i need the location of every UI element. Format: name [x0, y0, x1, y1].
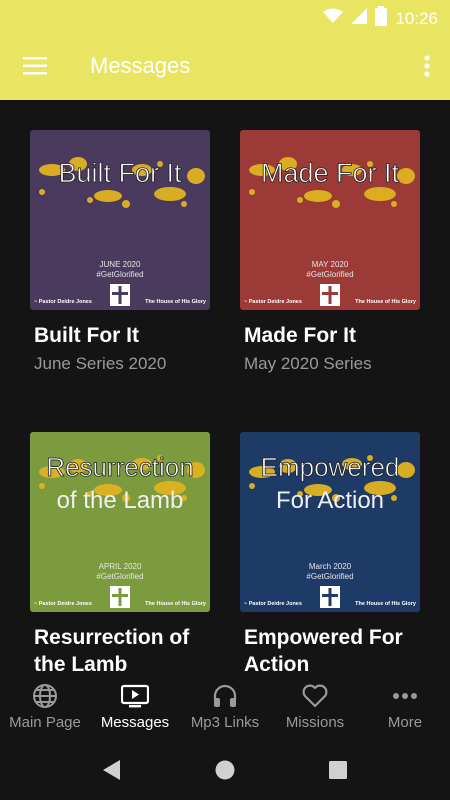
status-time: 10:26	[395, 8, 438, 28]
cover-hashtag: #GetGlorified	[96, 572, 143, 581]
more-vert-icon[interactable]	[416, 50, 438, 82]
cover-headline-line2: of the Lamb	[57, 487, 184, 514]
card-title: Built For It	[34, 324, 139, 347]
church-logo-icon	[110, 586, 130, 608]
cover-hashtag: #GetGlorified	[306, 270, 353, 279]
nav-label: Messages	[100, 714, 170, 731]
cover-church: The House of His Glory	[145, 299, 207, 305]
cover-headline: Built For It	[58, 158, 182, 188]
status-bar: 10:26	[0, 0, 450, 32]
headphones-icon	[180, 682, 270, 710]
tv-play-icon	[90, 682, 180, 710]
cover-hashtag: #GetGlorified	[306, 572, 353, 581]
battery-icon	[375, 6, 388, 31]
more-horiz-icon	[360, 682, 450, 710]
card-title: Empowered For Action	[244, 626, 403, 676]
cover-church: The House of His Glory	[355, 299, 417, 305]
cover-church: The House of His Glory	[355, 601, 417, 607]
cover-pastor: ~ Pastor Deidre Jones	[34, 601, 92, 607]
bottom-navigation: Main Page Messages Mp3 Links Missions Mo…	[0, 676, 450, 740]
home-icon[interactable]	[213, 758, 237, 782]
church-logo-icon	[110, 284, 130, 306]
card-subtitle: May 2020 Series	[244, 354, 372, 373]
page-title: Messages	[90, 53, 191, 78]
card-subtitle: June Series 2020	[34, 354, 167, 373]
nav-label: More	[387, 714, 423, 731]
nav-item-messages[interactable]: Messages	[90, 676, 180, 740]
globe-icon	[0, 682, 90, 710]
series-cover-image: Empowered For Action March 2020 #GetGlorifi…	[240, 432, 420, 612]
cover-headline-line2: For Action	[276, 487, 384, 514]
cover-headline: Made For It	[261, 158, 400, 188]
cover-pastor: ~ Pastor Deidre Jones	[244, 299, 302, 305]
signal-icon	[351, 8, 368, 29]
cover-date: JUNE 2020	[100, 260, 141, 269]
cover-pastor: ~ Pastor Deidre Jones	[34, 299, 92, 305]
nav-label: Missions	[285, 714, 345, 731]
heart-icon	[270, 682, 360, 710]
cover-pastor: ~ Pastor Deidre Jones	[244, 601, 302, 607]
nav-item-main-page[interactable]: Main Page	[0, 676, 90, 740]
cover-headline: Empowered	[261, 452, 400, 482]
hamburger-menu-icon[interactable]	[18, 52, 52, 80]
status-icons: 10:26	[323, 6, 438, 31]
nav-label: Main Page	[9, 714, 81, 731]
series-cover-image: Made For It MAY 2020 #GetGlorified ~ Pastor…	[240, 130, 420, 310]
cover-date: APRIL 2020	[99, 562, 142, 571]
cover-headline: Resurrection	[46, 452, 193, 482]
cover-hashtag: #GetGlorified	[96, 270, 143, 279]
messages-grid: Built For It JUNE 2020 #GetGlorified ~ Past…	[0, 100, 450, 676]
nav-item-missions[interactable]: Missions	[270, 676, 360, 740]
system-navigation-bar	[0, 740, 450, 800]
card-title: Made For It	[244, 324, 357, 347]
series-cover-image: Built For It JUNE 2020 #GetGlorified ~ Past…	[30, 130, 210, 310]
cover-date: MAY 2020	[312, 260, 349, 269]
app-bar: Messages	[0, 32, 450, 100]
wifi-icon	[323, 8, 344, 29]
church-logo-icon	[320, 284, 340, 306]
church-logo-icon	[320, 586, 340, 608]
card-title: Resurrection of the Lamb	[34, 626, 190, 676]
cover-date: March 2020	[309, 562, 352, 571]
back-icon[interactable]	[100, 758, 124, 782]
cover-church: The House of His Glory	[145, 601, 207, 607]
nav-label: Mp3 Links	[190, 714, 260, 731]
series-cover-image: Resurrection of the Lamb APRIL 2020 #GetGlo…	[30, 432, 210, 612]
recents-icon[interactable]	[326, 758, 350, 782]
nav-item-mp3-links[interactable]: Mp3 Links	[180, 676, 270, 740]
nav-item-more[interactable]: More	[360, 676, 450, 740]
